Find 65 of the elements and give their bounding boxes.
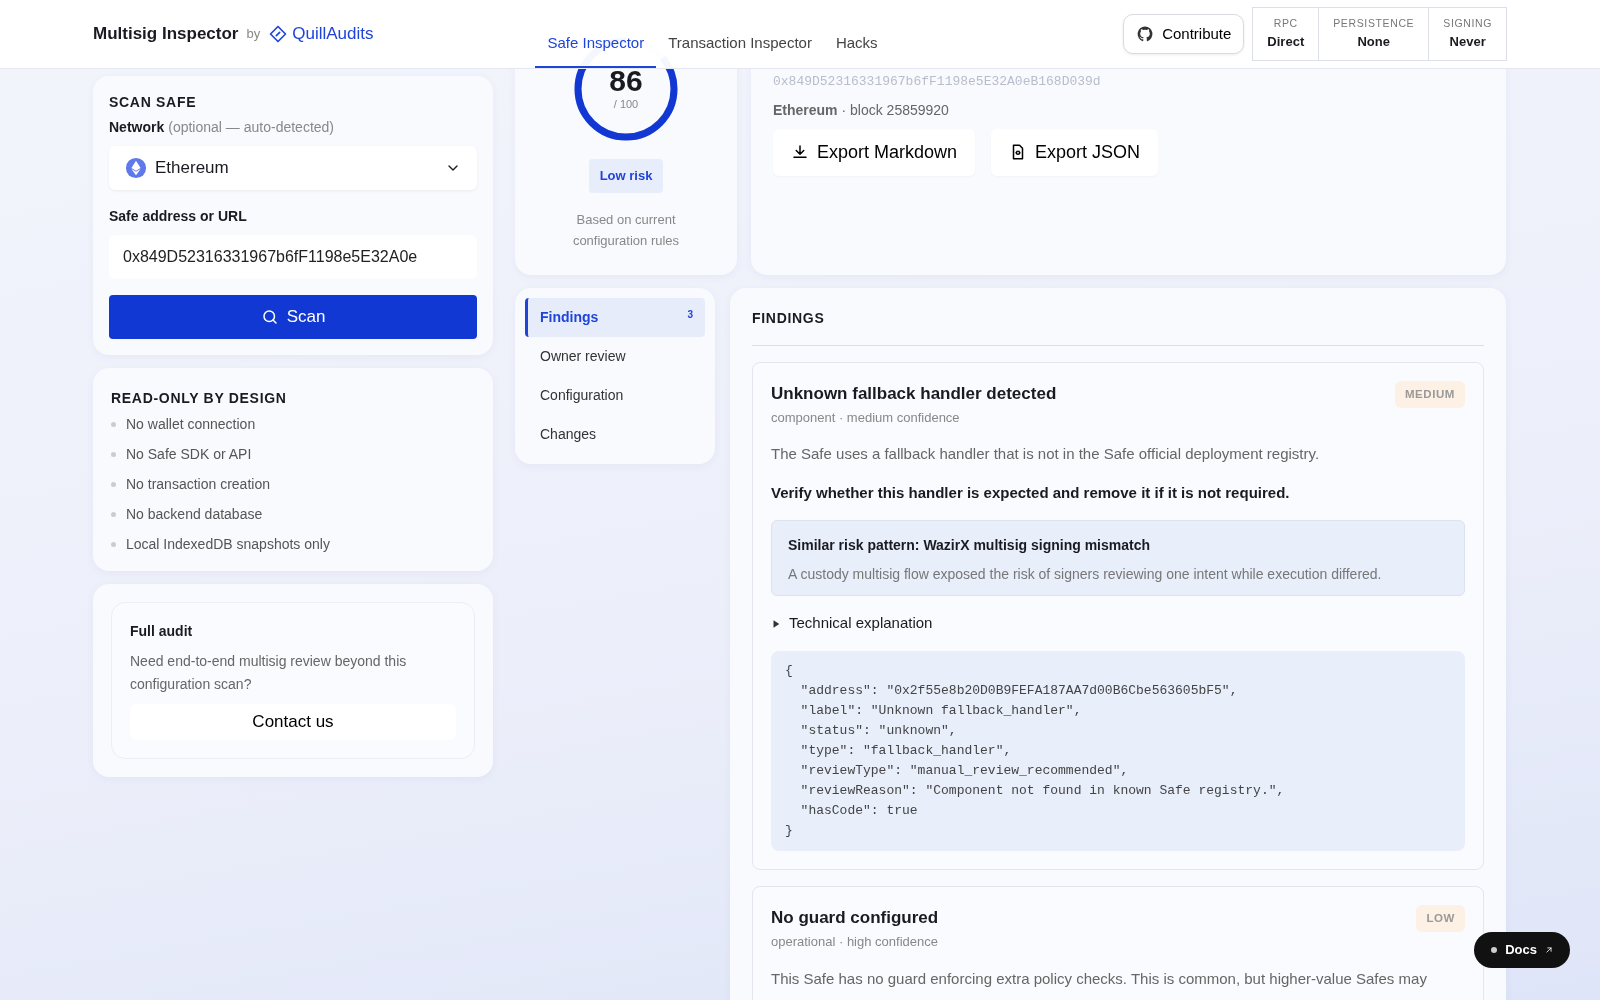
address-input[interactable]: 0x849D52316331967b6fF1198e5E32A0e <box>109 235 477 279</box>
list-item: No wallet connection <box>126 415 256 434</box>
risk-badge: Low risk <box>588 159 664 193</box>
details-toggle[interactable]: Technical explanation <box>771 612 1465 635</box>
status-cell: SIGNING Never <box>1429 7 1507 61</box>
score-value: 86 <box>609 65 643 96</box>
by-label: by <box>246 25 261 44</box>
pattern-text: A custody multisig flow exposed the risk of signers reviewing one intent while execution differed. <box>788 565 1383 585</box>
export-button[interactable]: Export Markdown <box>773 128 976 176</box>
finding-description: This Safe has no guard enforcing extra policy checks. This is common, but higher-value Safes may <box>771 968 1428 989</box>
code-block: { "address": "0x2f55e8b20D0B9FEFA187AA7d00B6Cbe563605bF5", "label": "Unknown fallback_handler", "status": "unknown", "type": "fallback_handler", "reviewType": "manual_review_recommended", "reviewReason": "Component not found in known Safe registry.", "hasCode": true } <box>771 650 1465 851</box>
field-label: Safe address or URL <box>109 207 248 226</box>
section-tab[interactable]: Configuration <box>525 375 705 415</box>
audit-text: Need end-to-end multisig review beyond this configuration scan? <box>130 652 408 694</box>
card-title: READ-ONLY BY DESIGN <box>111 389 288 408</box>
list-item: No transaction creation <box>126 475 270 494</box>
pattern-title: Similar risk pattern: WazirX multisig signing mismatch <box>788 536 1151 556</box>
brand-name: Multisig Inspector <box>93 23 239 46</box>
count-label: 3 <box>687 307 693 322</box>
finding-description: The Safe uses a fallback handler that is not in the Safe official deployment registry. <box>771 444 1321 465</box>
severity-badge: LOW <box>1416 904 1465 932</box>
safe-address: 0x849D52316331967b6fF1198e5E32A0eB168D039d <box>773 73 1102 91</box>
network-select[interactable]: Ethereum <box>109 146 477 190</box>
bullet-icon <box>111 511 116 517</box>
list-item: No backend database <box>126 505 263 524</box>
finding-title: Unknown fallback handler detected <box>771 382 1057 405</box>
finding-title: No guard configured <box>771 906 939 929</box>
triangle-right-icon <box>771 618 781 629</box>
status-cell: RPC Direct <box>1252 7 1320 61</box>
status-cell: PERSISTENCE None <box>1319 7 1430 61</box>
search-icon <box>260 308 279 326</box>
contribute-button[interactable]: Contribute <box>1123 13 1245 55</box>
bullet-icon <box>111 541 116 547</box>
section-tab[interactable]: Findings 3 <box>525 297 705 337</box>
export-button[interactable]: Export JSON <box>991 128 1159 176</box>
finding-meta: component · medium confidence <box>771 408 961 427</box>
list-item: No Safe SDK or API <box>126 445 252 464</box>
section-title: FINDINGS <box>752 307 1484 346</box>
download-icon <box>791 143 809 161</box>
bullet-icon <box>111 451 116 457</box>
contact-button[interactable]: Contact us <box>130 704 456 740</box>
docs-button[interactable]: Docs <box>1474 932 1570 968</box>
bullet-icon <box>111 481 116 487</box>
score-max: / 100 <box>613 96 639 112</box>
nav-tab[interactable]: Transaction Inspector <box>656 11 824 68</box>
diamond-logo-icon <box>268 24 289 44</box>
chain-info: Ethereum · block 25859920 <box>773 100 950 120</box>
field-hint: (optional — auto-detected) <box>168 118 334 137</box>
finding-recommendation: Verify whether this handler is expected and remove it if it is not required. <box>771 482 1291 503</box>
partner-link[interactable]: QuillAudits <box>268 21 374 47</box>
audit-title: Full audit <box>130 622 194 641</box>
card-title: SCAN SAFE <box>109 93 198 112</box>
nav-tab[interactable]: Hacks <box>823 11 890 68</box>
scan-button[interactable]: Scan <box>109 295 477 339</box>
bullet-icon <box>111 421 116 427</box>
finding-meta: operational · high confidence <box>771 933 939 951</box>
score-note: Based on current configuration rules <box>571 210 681 250</box>
field-label: Network <box>109 118 165 137</box>
ethereum-icon <box>125 157 147 179</box>
section-tab[interactable]: Changes <box>525 414 705 454</box>
severity-badge: MEDIUM <box>1394 380 1465 408</box>
arrow-up-right-icon <box>1544 944 1554 955</box>
section-tab[interactable]: Owner review <box>525 336 705 376</box>
github-icon <box>1136 25 1155 43</box>
list-item: Local IndexedDB snapshots only <box>126 535 330 554</box>
